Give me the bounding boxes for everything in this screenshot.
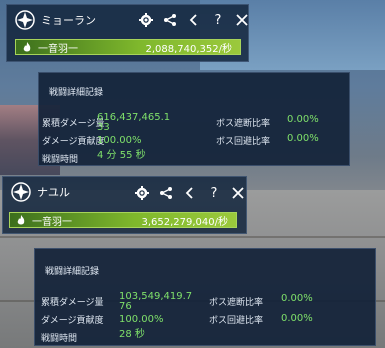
damage-meter-panel-2: ナユル ? 一音羽一 3,652,279,040/秒 <box>2 176 247 234</box>
panel-header: ミョーラン <box>13 8 96 32</box>
boss-block-label: ボス遮断比率 <box>216 119 271 129</box>
player-name: ナユル <box>37 186 70 199</box>
total-damage-value-cont: 76 <box>119 301 132 312</box>
combat-detail-panel-1: 戦闘詳細記録 累積ダメージ量 616,437,465.1 33 ダメージ貢献度 … <box>38 72 350 166</box>
panel-toolbar: ? <box>134 185 246 201</box>
contribution-label: ダメージ貢献度 <box>42 137 105 147</box>
boss-dodge-label: ボス回避比率 <box>209 316 264 326</box>
boss-block-value: 0.00% <box>287 114 319 125</box>
close-icon[interactable] <box>230 185 246 201</box>
boss-block-label: ボス遮断比率 <box>209 298 264 308</box>
player-name: ミョーラン <box>41 14 96 27</box>
total-damage-label: 累積ダメージ量 <box>42 119 105 129</box>
total-damage-label: 累積ダメージ量 <box>41 298 104 308</box>
chevron-left-icon[interactable] <box>182 185 198 201</box>
detail-title: 戦闘詳細記録 <box>45 267 100 277</box>
boss-dodge-label: ボス回避比率 <box>216 137 271 147</box>
combat-time-label: 戦闘時間 <box>42 155 79 165</box>
character-emblem-icon <box>13 8 37 32</box>
combat-detail-panel-2: 戦闘詳細記録 累積ダメージ量 103,549,419.7 76 ダメージ貢献度 … <box>34 248 376 346</box>
dps-flame-icon <box>14 213 28 227</box>
contribution-value: 100.00% <box>119 314 164 325</box>
damage-meter-panel-1: ミョーラン ? 一音羽一 2,088,740,352/秒 <box>6 4 249 62</box>
dps-bar: 一音羽一 3,652,279,040/秒 <box>9 212 237 228</box>
total-damage-value-cont: 33 <box>97 122 110 133</box>
detail-title: 戦闘詳細記録 <box>49 88 104 98</box>
combat-time-label: 戦闘時間 <box>41 334 78 344</box>
background-rail <box>0 236 385 238</box>
combat-time-value: 4 分 55 秒 <box>97 150 146 161</box>
panel-header: ナユル <box>9 180 70 204</box>
share-icon[interactable] <box>158 185 174 201</box>
help-icon[interactable]: ? <box>206 185 222 201</box>
skill-name: 一音羽一 <box>38 43 78 55</box>
chevron-left-icon[interactable] <box>186 12 202 28</box>
dps-flame-icon <box>20 40 34 54</box>
share-icon[interactable] <box>162 12 178 28</box>
contribution-label: ダメージ貢献度 <box>41 316 104 326</box>
boss-dodge-value: 0.00% <box>287 133 319 144</box>
character-emblem-icon <box>9 180 33 204</box>
close-icon[interactable] <box>234 12 250 28</box>
combat-time-value: 28 秒 <box>119 329 145 340</box>
damage-per-second: 3,652,279,040/秒 <box>141 216 228 228</box>
boss-block-value: 0.00% <box>281 293 313 304</box>
help-icon[interactable]: ? <box>210 12 226 28</box>
gear-icon[interactable] <box>138 12 154 28</box>
gear-icon[interactable] <box>134 185 150 201</box>
dps-bar: 一音羽一 2,088,740,352/秒 <box>15 39 241 55</box>
skill-name: 一音羽一 <box>32 216 72 228</box>
panel-toolbar: ? <box>138 12 250 28</box>
damage-per-second: 2,088,740,352/秒 <box>145 43 232 55</box>
contribution-value: 100.00% <box>97 135 142 146</box>
boss-dodge-value: 0.00% <box>281 313 313 324</box>
